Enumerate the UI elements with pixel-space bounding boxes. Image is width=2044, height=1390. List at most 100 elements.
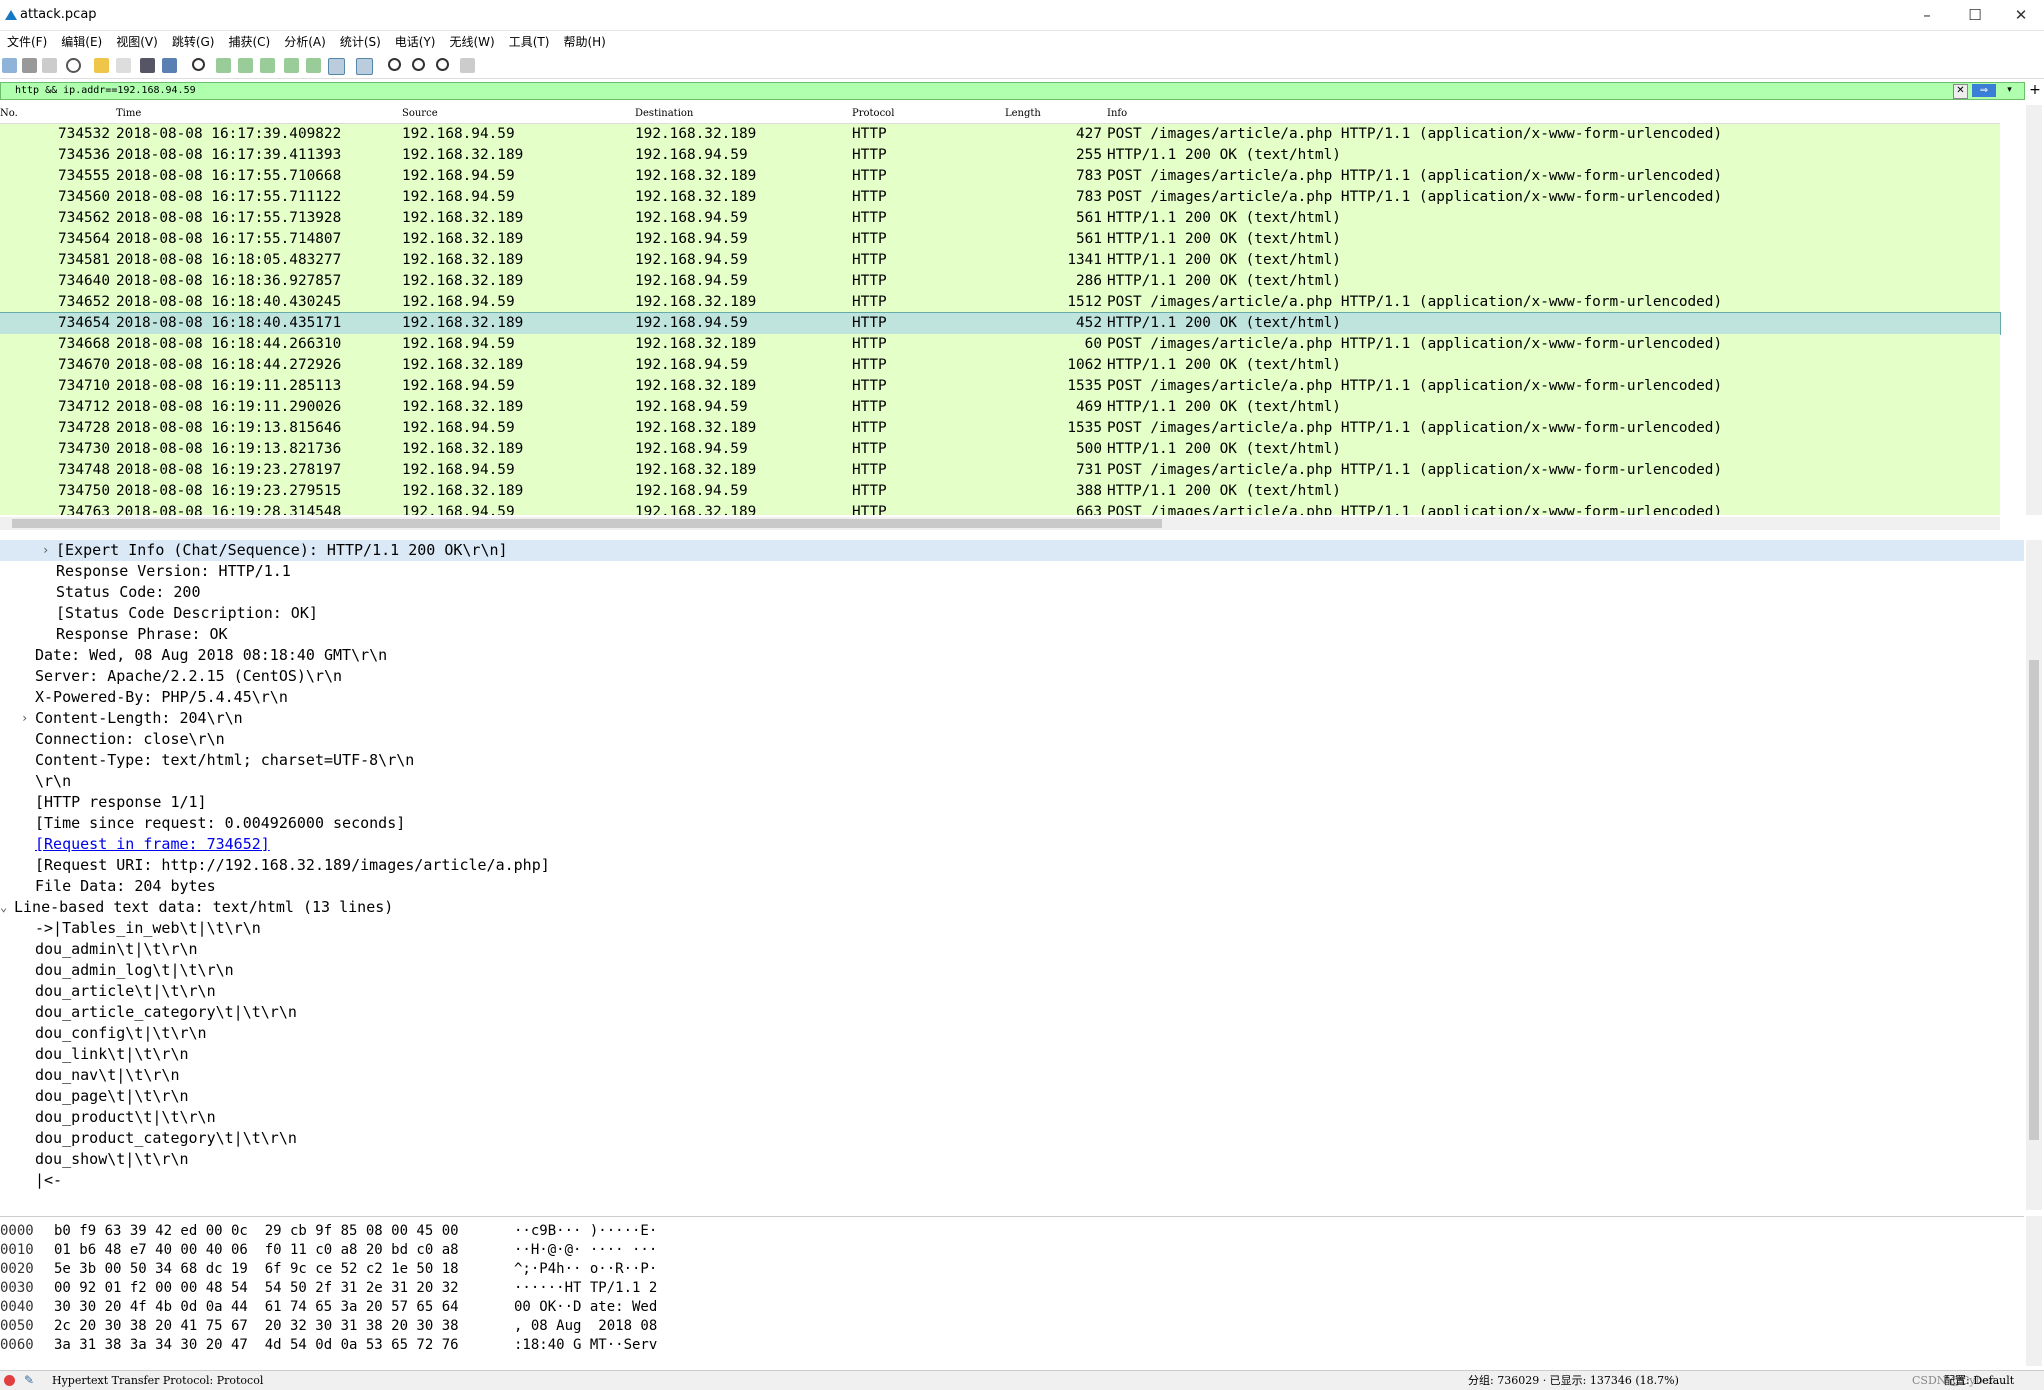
autoscroll-icon[interactable] [328,58,345,75]
column-header-info[interactable]: Info [1107,108,1127,119]
column-header-length[interactable]: Length [1005,108,1041,119]
colorize-icon[interactable] [356,58,373,75]
first-packet-icon[interactable] [284,58,299,73]
packet-cell-src: 192.168.32.189 [402,252,524,268]
column-header-source[interactable]: Source [402,108,438,119]
column-header-no[interactable]: No. [0,108,18,119]
packet-cell-len: 561 [1076,210,1102,226]
packet-row[interactable]: 734712 2018-08-08 16:19:11.290026 192.168.… [0,397,2000,418]
packet-row[interactable]: 734560 2018-08-08 16:17:55.711122 192.168.… [0,187,2000,208]
collapsed-arrow-icon[interactable]: › [21,708,28,729]
menu-item-6[interactable]: 统计(S) [333,31,388,53]
detail-tree-item[interactable]: › [Expert Info (Chat/Sequence): HTTP/1.1 … [0,540,2024,561]
status-profile[interactable]: 配置: Default [1944,1371,2014,1390]
filter-history-dropdown-icon[interactable]: ▾ [2003,84,2016,97]
display-filter-bar[interactable]: http && ip.addr==192.168.94.59 ✕ ⇒ ▾ [0,82,2025,100]
packet-cell-src: 192.168.32.189 [402,399,524,415]
collapsed-arrow-icon[interactable]: › [42,540,49,561]
menu-item-7[interactable]: 电话(Y) [388,31,443,53]
menu-item-0[interactable]: 文件(F) [0,31,54,53]
details-scroll-thumb[interactable] [2029,660,2039,1140]
packet-list-scroll-thumb[interactable] [12,519,1162,528]
bytes-scrollbar[interactable] [2026,1216,2042,1366]
column-header-time[interactable]: Time [116,108,141,119]
expert-info-icon[interactable] [4,1375,15,1386]
detail-item-text: Content-Type: text/html; charset=UTF-8\r… [35,751,415,769]
packet-row[interactable]: 734710 2018-08-08 16:19:11.285113 192.168.… [0,376,2000,397]
packet-row[interactable]: 734555 2018-08-08 16:17:55.710668 192.168.… [0,166,2000,187]
packet-row[interactable]: 734728 2018-08-08 16:19:13.815646 192.168.… [0,418,2000,439]
details-scrollbar[interactable] [2026,540,2042,1210]
reload-file-icon[interactable] [162,58,177,73]
packet-row[interactable]: 734564 2018-08-08 16:17:55.714807 192.168.… [0,229,2000,250]
packet-cell-time: 2018-08-08 16:18:40.430245 [116,294,342,310]
resize-columns-icon[interactable] [460,58,475,73]
close-button[interactable]: ✕ [1998,0,2044,30]
packet-list-horizontal-scrollbar[interactable] [0,517,2000,530]
open-file-icon[interactable] [94,58,109,73]
packet-cell-info: POST /images/article/a.php HTTP/1.1 (app… [1107,420,1723,436]
close-file-icon[interactable] [140,58,155,73]
column-header-protocol[interactable]: Protocol [852,108,894,119]
stop-capture-icon[interactable] [22,58,37,73]
packet-list-header: No. Time Source Destination Protocol Len… [0,105,2000,124]
packet-list-scrollbar[interactable] [2026,105,2042,515]
last-packet-icon[interactable] [306,58,321,73]
packet-cell-proto: HTTP [852,441,887,457]
detail-item-text: |<- [35,1171,63,1189]
save-file-icon[interactable] [116,58,131,73]
packet-row[interactable]: 734640 2018-08-08 16:18:36.927857 192.168.… [0,271,2000,292]
menu-item-3[interactable]: 跳转(G) [165,31,222,53]
clear-filter-icon[interactable]: ✕ [1953,84,1968,99]
display-filter-input[interactable]: http && ip.addr==192.168.94.59 [15,85,196,96]
packet-cell-info: POST /images/article/a.php HTTP/1.1 (app… [1107,504,1723,515]
detail-item-text: X-Powered-By: PHP/5.4.45\r\n [35,688,288,706]
packet-row[interactable]: 734750 2018-08-08 16:19:23.279515 192.168.… [0,481,2000,502]
packet-cell-time: 2018-08-08 16:18:40.435171 [116,315,342,331]
edit-comment-icon[interactable]: ✎ [24,1371,34,1390]
capture-options-icon[interactable] [66,58,81,73]
packet-row[interactable]: 734763 2018-08-08 16:19:28.314548 192.168.… [0,502,2000,515]
packet-cell-time: 2018-08-08 16:18:05.483277 [116,252,342,268]
menu-item-5[interactable]: 分析(A) [277,31,333,53]
packet-row[interactable]: 734581 2018-08-08 16:18:05.483277 192.168.… [0,250,2000,271]
packet-bytes-pane: 0000 b0 f9 63 39 42 ed 00 0c 29 cb 9f 85 … [0,1216,2024,1367]
go-forward-icon[interactable] [238,58,253,73]
packet-row[interactable]: 734748 2018-08-08 16:19:23.278197 192.168.… [0,460,2000,481]
zoom-out-icon[interactable] [412,58,425,71]
packet-cell-no: 734748 [58,462,110,478]
find-packet-icon[interactable] [192,58,205,71]
packet-row[interactable]: 734536 2018-08-08 16:17:39.411393 192.168.… [0,145,2000,166]
menu-item-4[interactable]: 捕获(C) [221,31,277,53]
column-header-destination[interactable]: Destination [635,108,693,119]
packet-row[interactable]: 734652 2018-08-08 16:18:40.430245 192.168.… [0,292,2000,313]
menu-item-2[interactable]: 视图(V) [109,31,165,53]
request-frame-link[interactable]: [Request in frame: 734652] [35,834,270,855]
packet-cell-len: 1535 [1067,420,1102,436]
restart-capture-icon[interactable] [42,58,57,73]
packet-row[interactable]: 734562 2018-08-08 16:17:55.713928 192.168.… [0,208,2000,229]
packet-cell-info: HTTP/1.1 200 OK (text/html) [1107,399,1341,415]
packet-cell-len: 452 [1076,315,1102,331]
packet-cell-time: 2018-08-08 16:17:55.714807 [116,231,342,247]
menu-item-1[interactable]: 编辑(E) [54,31,109,53]
minimize-button[interactable]: – [1904,0,1950,30]
expanded-arrow-icon[interactable]: ⌄ [0,897,7,918]
menu-item-9[interactable]: 工具(T) [502,31,557,53]
menu-item-10[interactable]: 帮助(H) [556,31,612,53]
start-capture-icon[interactable] [2,58,17,73]
menu-item-8[interactable]: 无线(W) [443,31,502,53]
packet-row[interactable]: 734532 2018-08-08 16:17:39.409822 192.168.… [0,124,2000,145]
go-to-packet-icon[interactable] [260,58,275,73]
packet-row[interactable]: 734654 2018-08-08 16:18:40.435171 192.168.… [0,312,2001,335]
go-back-icon[interactable] [216,58,231,73]
zoom-in-icon[interactable] [388,58,401,71]
maximize-button[interactable]: ☐ [1952,0,1998,30]
normal-size-icon[interactable] [436,58,449,71]
apply-filter-icon[interactable]: ⇒ [1972,84,1996,97]
packet-row[interactable]: 734668 2018-08-08 16:18:44.266310 192.168.… [0,334,2000,355]
packet-row[interactable]: 734670 2018-08-08 16:18:44.272926 192.168.… [0,355,2000,376]
packet-cell-src: 192.168.32.189 [402,315,524,331]
packet-row[interactable]: 734730 2018-08-08 16:19:13.821736 192.168.… [0,439,2000,460]
add-filter-button[interactable]: + [2026,80,2044,100]
